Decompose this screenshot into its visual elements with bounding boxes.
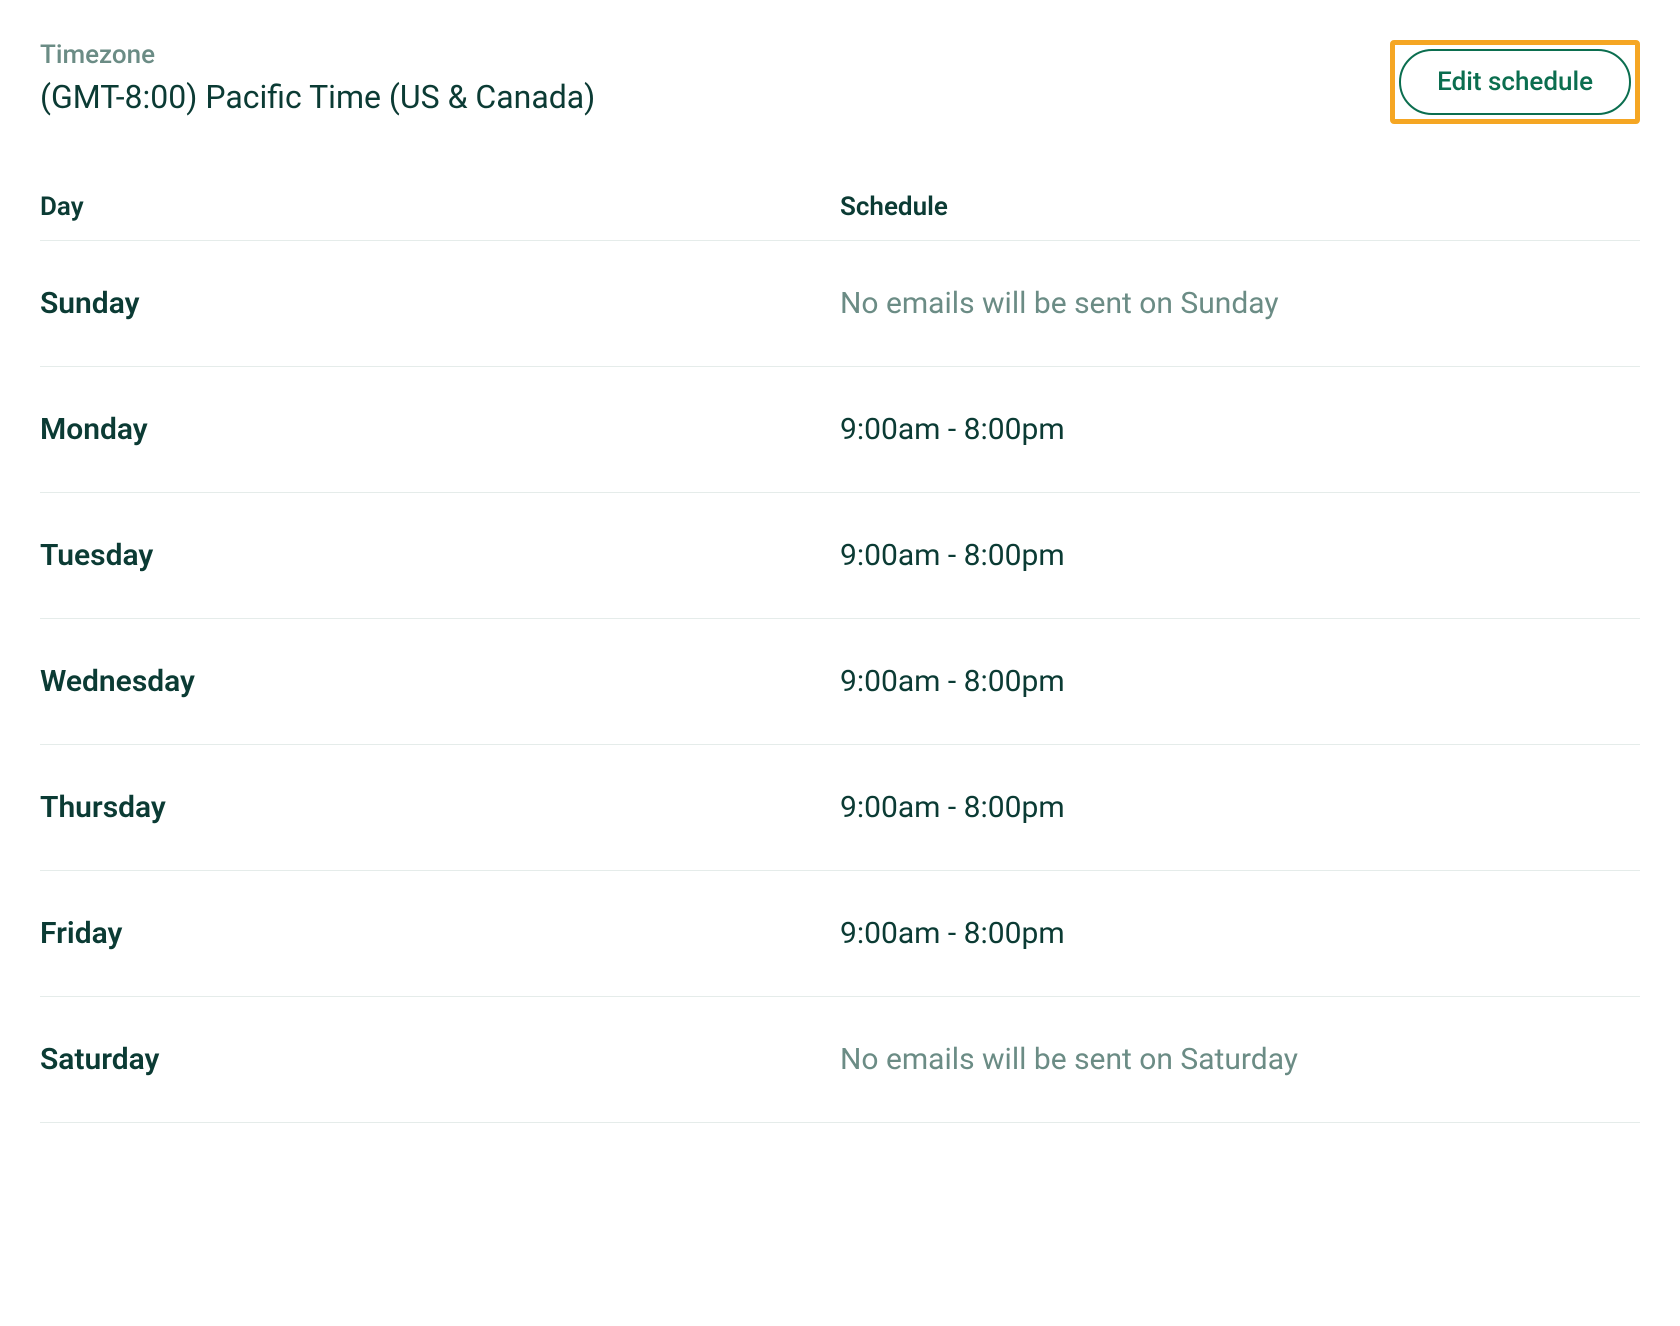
- timezone-label: Timezone: [40, 40, 595, 70]
- table-row: Friday 9:00am - 8:00pm: [40, 871, 1640, 997]
- edit-button-highlight: Edit schedule: [1390, 40, 1640, 124]
- timezone-block: Timezone (GMT-8:00) Pacific Time (US & C…: [40, 40, 595, 116]
- schedule-cell: 9:00am - 8:00pm: [840, 412, 1640, 447]
- day-cell: Tuesday: [40, 538, 840, 573]
- schedule-cell: No emails will be sent on Saturday: [840, 1042, 1640, 1077]
- schedule-cell: 9:00am - 8:00pm: [840, 664, 1640, 699]
- day-cell: Saturday: [40, 1042, 840, 1077]
- day-cell: Wednesday: [40, 664, 840, 699]
- table-row: Wednesday 9:00am - 8:00pm: [40, 619, 1640, 745]
- table-row: Monday 9:00am - 8:00pm: [40, 367, 1640, 493]
- table-row: Saturday No emails will be sent on Satur…: [40, 997, 1640, 1123]
- schedule-cell: 9:00am - 8:00pm: [840, 790, 1640, 825]
- column-header-schedule: Schedule: [840, 192, 1640, 222]
- day-cell: Monday: [40, 412, 840, 447]
- table-row: Sunday No emails will be sent on Sunday: [40, 241, 1640, 367]
- day-cell: Sunday: [40, 286, 840, 321]
- edit-schedule-button[interactable]: Edit schedule: [1399, 49, 1631, 115]
- day-cell: Friday: [40, 916, 840, 951]
- schedule-cell: 9:00am - 8:00pm: [840, 916, 1640, 951]
- table-row: Thursday 9:00am - 8:00pm: [40, 745, 1640, 871]
- schedule-table: Day Schedule Sunday No emails will be se…: [40, 174, 1640, 1123]
- header-row: Timezone (GMT-8:00) Pacific Time (US & C…: [40, 40, 1640, 124]
- schedule-cell: 9:00am - 8:00pm: [840, 538, 1640, 573]
- day-cell: Thursday: [40, 790, 840, 825]
- timezone-value: (GMT-8:00) Pacific Time (US & Canada): [40, 78, 595, 116]
- schedule-table-header: Day Schedule: [40, 174, 1640, 241]
- column-header-day: Day: [40, 192, 840, 222]
- table-row: Tuesday 9:00am - 8:00pm: [40, 493, 1640, 619]
- schedule-cell: No emails will be sent on Sunday: [840, 286, 1640, 321]
